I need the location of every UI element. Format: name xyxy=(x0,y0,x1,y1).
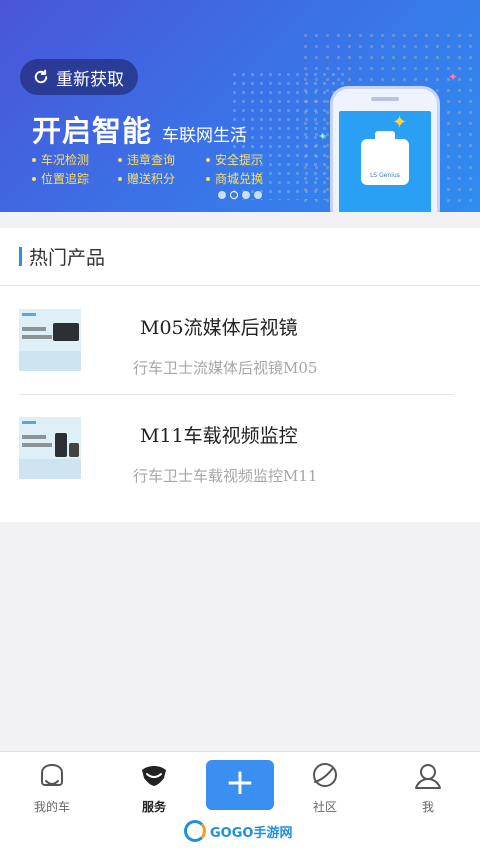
feature-item: 赠送积分 xyxy=(118,170,206,187)
sparkle-icon: ✦ xyxy=(448,70,459,84)
feature-item: 商城兑换 xyxy=(206,170,292,187)
mirror-device-image xyxy=(53,323,79,341)
bullet-icon xyxy=(118,176,122,181)
product-item[interactable]: M05流媒体后视镜 行车卫士流媒体后视镜M05 xyxy=(0,286,480,394)
product-subtitle: 行车卫士流媒体后视镜M05 xyxy=(133,359,318,377)
tab-label: 我 xyxy=(421,800,434,814)
feature-label: 位置追踪 xyxy=(41,172,90,186)
thumb-text-line xyxy=(22,443,52,447)
section-header: 热门产品 xyxy=(0,228,480,286)
promo-banner[interactable]: 重新获取 开启智能 车联网生活 车况检测 违章查询 安全提示 位置追踪 赠送积分… xyxy=(0,0,480,212)
community-icon xyxy=(313,763,337,787)
obd-device-illustration: LS Genius xyxy=(361,131,409,185)
banner-headline-sub: 车联网生活 xyxy=(162,126,248,146)
thumb-logo xyxy=(22,421,36,424)
thumb-text-line xyxy=(22,335,52,339)
carousel-dot[interactable] xyxy=(242,191,250,199)
product-thumbnail xyxy=(19,309,81,371)
product-subtitle: 行车卫士车载视频监控M11 xyxy=(133,467,318,485)
refresh-button[interactable]: 重新获取 xyxy=(20,59,138,95)
banner-headline-main: 开启智能 xyxy=(32,114,153,148)
carousel-indicators[interactable] xyxy=(218,191,262,199)
add-icon: + xyxy=(224,762,256,803)
product-title: M11车载视频监控 xyxy=(140,425,298,447)
carousel-dot[interactable] xyxy=(218,191,226,199)
bullet-icon xyxy=(32,157,36,162)
product-thumbnail xyxy=(19,417,81,479)
feature-item: 车况检测 xyxy=(32,151,118,168)
feature-item: 安全提示 xyxy=(206,151,292,168)
profile-icon xyxy=(415,764,441,789)
tab-label: 社区 xyxy=(312,800,337,814)
bullet-icon xyxy=(32,176,36,181)
refresh-label: 重新获取 xyxy=(56,69,124,90)
phone-notch xyxy=(371,97,399,101)
product-title: M05流媒体后视镜 xyxy=(140,317,298,339)
tab-community[interactable]: 社区 xyxy=(290,760,360,815)
sparkle-icon: ✦ xyxy=(318,130,328,143)
app-root: 重新获取 开启智能 车联网生活 车况检测 违章查询 安全提示 位置追踪 赠送积分… xyxy=(0,0,480,853)
tab-my-car[interactable]: 我的车 xyxy=(17,760,87,815)
thumb-base xyxy=(19,459,81,479)
car-icon xyxy=(41,763,63,786)
tab-label: 我的车 xyxy=(33,800,70,814)
banner-headline: 开启智能 车联网生活 xyxy=(32,108,247,150)
thumb-text-line xyxy=(22,435,46,439)
feature-item: 违章查询 xyxy=(118,151,206,168)
hot-products-section: 热门产品 M05流媒体后视镜 行车卫士流媒体后视镜M05 M11车载视频监控 行… xyxy=(0,228,480,522)
section-accent-bar xyxy=(19,247,22,266)
carousel-dot[interactable] xyxy=(254,191,262,199)
feature-item: 位置追踪 xyxy=(32,170,118,187)
tab-label: 服务 xyxy=(141,800,166,814)
phone-illustration: LS Genius xyxy=(330,86,440,212)
thumb-text-line xyxy=(22,327,46,331)
bullet-icon xyxy=(206,176,210,181)
device-label: LS Genius xyxy=(370,172,400,179)
add-button[interactable]: + xyxy=(206,760,274,810)
watermark: GOGO手游网 xyxy=(184,820,292,842)
watermark-text: GOGO手游网 xyxy=(210,825,293,841)
thumb-logo xyxy=(22,313,36,316)
service-icon xyxy=(142,766,166,786)
product-item[interactable]: M11车载视频监控 行车卫士车载视频监控M11 xyxy=(0,394,480,502)
feature-label: 违章查询 xyxy=(127,153,176,167)
refresh-icon xyxy=(34,69,48,84)
camera-device-image xyxy=(55,433,67,457)
bullet-icon xyxy=(206,157,210,162)
section-title: 热门产品 xyxy=(29,247,106,269)
camera-device-image xyxy=(69,443,79,457)
phone-screen: LS Genius xyxy=(339,111,431,212)
carousel-dot-active[interactable] xyxy=(230,191,238,199)
sparkle-icon: ✦ xyxy=(392,112,408,133)
watermark-logo-icon xyxy=(184,820,206,842)
feature-label: 商城兑换 xyxy=(215,172,264,186)
banner-feature-list: 车况检测 违章查询 安全提示 位置追踪 赠送积分 商城兑换 xyxy=(32,151,292,187)
thumb-base xyxy=(19,351,81,371)
feature-label: 安全提示 xyxy=(215,153,264,167)
tab-service[interactable]: 服务 xyxy=(119,760,189,815)
feature-label: 赠送积分 xyxy=(127,172,176,186)
tab-me[interactable]: 我 xyxy=(393,760,463,815)
feature-label: 车况检测 xyxy=(41,153,90,167)
bullet-icon xyxy=(118,157,122,162)
